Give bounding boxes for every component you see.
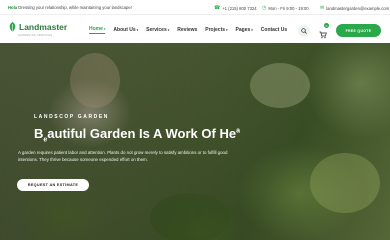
leaf-logo-icon	[9, 22, 16, 32]
email-info[interactable]: ✉ landmastergarden@example.com	[320, 5, 389, 11]
top-message-text: Dressing your relationship, while mainta…	[17, 5, 132, 10]
chevron-down-icon: ▾	[251, 28, 253, 32]
nav-item-home[interactable]: Home ▾	[89, 26, 106, 34]
hours-text: Mon - Fri 9:00 - 19:00	[268, 5, 309, 11]
main-nav: Home ▾ About Us ▾ Services ▾ Reviews Projec…	[89, 26, 295, 34]
nav-item-services[interactable]: Services ▾	[146, 26, 169, 34]
logo[interactable]: Landmaster	[8, 22, 67, 33]
hero-title: Beautiful Garden Is A Work Of Hea	[34, 126, 240, 144]
phone-info[interactable]: ☎ +1 (215) 800 7324	[214, 5, 257, 11]
logo-subtitle: GARDENING SERVICES	[18, 34, 53, 37]
header: Landmaster GARDENING SERVICES Home ▾ Abou…	[0, 15, 390, 43]
nav-label: Contact Us	[260, 27, 288, 33]
nav-item-projects[interactable]: Projects ▾	[205, 26, 227, 34]
nav-label: Services	[146, 27, 167, 33]
hero-title-sup: a	[236, 127, 240, 135]
free-quote-button[interactable]: FREE QUOTE	[336, 24, 381, 37]
nav-item-reviews[interactable]: Reviews	[177, 26, 197, 34]
top-message: Hola Dressing your relationship, while m…	[8, 5, 132, 10]
logo-text: Landmaster	[19, 22, 68, 33]
nav-label: About Us	[113, 27, 136, 33]
chevron-down-icon: ▾	[103, 27, 106, 31]
clock-icon: ◷	[262, 5, 267, 11]
search-button[interactable]	[298, 25, 310, 37]
cart-count-badge: 0	[324, 23, 329, 28]
chevron-down-icon: ▾	[136, 28, 139, 32]
hero-title-main: autiful Garden Is A Work Of He	[47, 126, 237, 141]
request-estimate-button[interactable]: REQUEST AN ESTIMATE	[17, 179, 89, 191]
phone-icon: ☎	[214, 5, 221, 11]
cart-icon	[319, 31, 327, 39]
nav-item-pages[interactable]: Pages ▾	[236, 26, 253, 34]
nav-label: Home	[89, 26, 103, 32]
hero-title-initial: B	[34, 126, 44, 141]
hero-description: A garden requires patient labor and atte…	[18, 150, 228, 162]
chevron-down-icon: ▾	[226, 28, 228, 32]
top-bar: Hola Dressing your relationship, while m…	[0, 0, 390, 15]
nav-label: Pages	[235, 27, 251, 33]
cart-button[interactable]: 0	[319, 23, 329, 39]
search-icon	[301, 28, 307, 34]
mail-icon: ✉	[320, 5, 325, 11]
nav-item-contact[interactable]: Contact Us	[261, 26, 287, 34]
phone-text[interactable]: +1 (215) 800 7324	[222, 6, 256, 11]
hero-banner: LANDSCOP GARDEN Beautiful Garden Is A Wo…	[0, 43, 390, 240]
chevron-down-icon: ▾	[167, 28, 170, 32]
nav-label: Reviews	[177, 27, 198, 33]
hours-info: ◷ Mon - Fri 9:00 - 19:00	[262, 5, 309, 11]
top-message-prefix: Hola	[8, 5, 18, 10]
nav-label: Projects	[205, 27, 226, 33]
email-text[interactable]: landmastergarden@example.com	[326, 6, 389, 11]
hero-subtitle: LANDSCOP GARDEN	[34, 114, 110, 120]
nav-item-about[interactable]: About Us ▾	[113, 26, 138, 34]
